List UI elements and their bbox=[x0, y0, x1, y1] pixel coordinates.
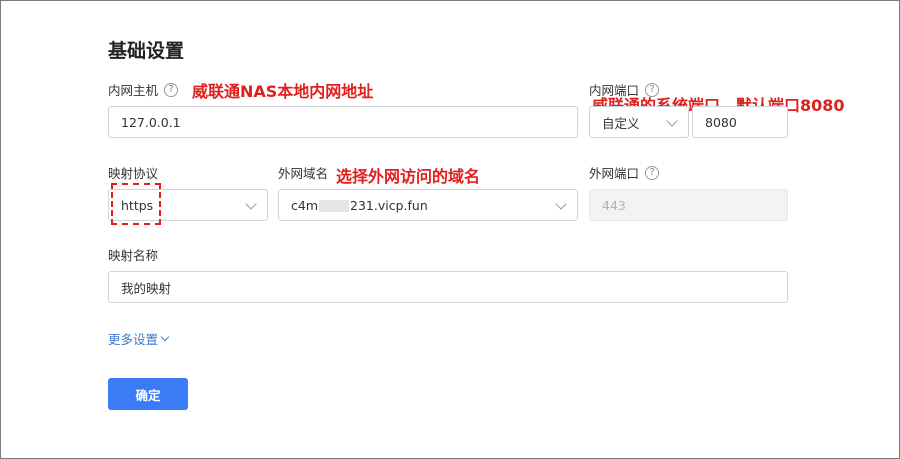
lan-host-input[interactable]: 127.0.0.1 bbox=[108, 106, 578, 138]
chevron-down-icon bbox=[555, 198, 567, 210]
mapping-name-input[interactable]: 我的映射 bbox=[108, 271, 788, 303]
lan-host-label: 内网主机 ? bbox=[108, 80, 179, 99]
domain-select[interactable]: c4m 231.vicp.fun bbox=[278, 189, 578, 221]
domain-value: c4m 231.vicp.fun bbox=[291, 197, 428, 213]
domain-label: 外网域名 bbox=[278, 163, 328, 182]
chevron-down-icon bbox=[245, 198, 257, 210]
lan-port-mode-value: 自定义 bbox=[602, 115, 640, 131]
lan-port-value: 8080 bbox=[705, 114, 737, 130]
lan-host-label-text: 内网主机 bbox=[108, 83, 159, 98]
wan-port-value: 443 bbox=[602, 197, 626, 213]
protocol-highlight-box bbox=[111, 183, 161, 225]
wan-port-input: 443 bbox=[589, 189, 788, 221]
mapping-name-label: 映射名称 bbox=[108, 245, 158, 264]
help-icon[interactable]: ? bbox=[164, 82, 179, 97]
lan-host-annotation: 威联通NAS本地内网地址 bbox=[192, 82, 374, 101]
chevron-down-icon bbox=[666, 115, 678, 127]
domain-label-text: 外网域名 bbox=[278, 166, 329, 181]
redacted-block bbox=[319, 200, 350, 212]
protocol-label-text: 映射协议 bbox=[108, 166, 159, 181]
more-settings-link[interactable]: 更多设置 bbox=[108, 329, 170, 348]
lan-host-value: 127.0.0.1 bbox=[121, 114, 181, 130]
lan-port-mode-select[interactable]: 自定义 bbox=[589, 106, 689, 138]
more-settings-text: 更多设置 bbox=[108, 332, 159, 347]
domain-annotation: 选择外网访问的域名 bbox=[336, 167, 481, 186]
lan-port-input[interactable]: 8080 bbox=[692, 106, 788, 138]
wan-port-label-text: 外网端口 bbox=[589, 166, 640, 181]
chevron-down-icon bbox=[160, 332, 170, 342]
mapping-name-value: 我的映射 bbox=[121, 280, 172, 296]
wan-port-label: 外网端口 ? bbox=[589, 163, 660, 182]
confirm-button[interactable]: 确定 bbox=[108, 378, 188, 410]
help-icon[interactable]: ? bbox=[645, 165, 660, 180]
protocol-label: 映射协议 bbox=[108, 163, 158, 182]
section-title: 基础设置 bbox=[108, 40, 185, 62]
mapping-name-label-text: 映射名称 bbox=[108, 248, 159, 263]
